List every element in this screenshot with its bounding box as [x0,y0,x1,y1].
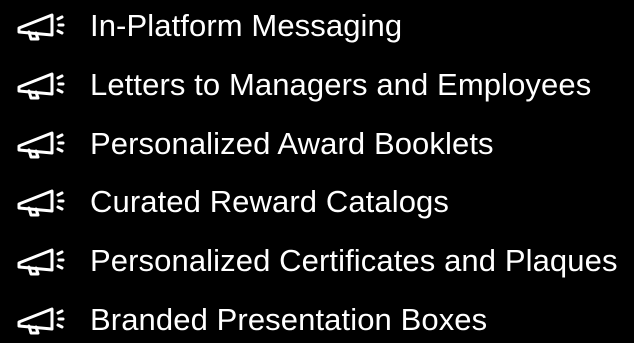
megaphone-icon [14,246,66,276]
list-item-label: Curated Reward Catalogs [90,184,449,219]
list-item-label: In-Platform Messaging [90,8,403,43]
megaphone-icon [14,70,66,100]
megaphone-icon [14,11,66,41]
list-item-label: Personalized Award Booklets [90,126,494,161]
megaphone-icon [14,187,66,217]
list-item-label: Branded Presentation Boxes [90,302,488,337]
megaphone-icon [14,129,66,159]
list-item-label: Letters to Managers and Employees [90,67,592,102]
megaphone-icon [14,305,66,335]
list-item-label: Personalized Certificates and Plaques [90,243,618,278]
